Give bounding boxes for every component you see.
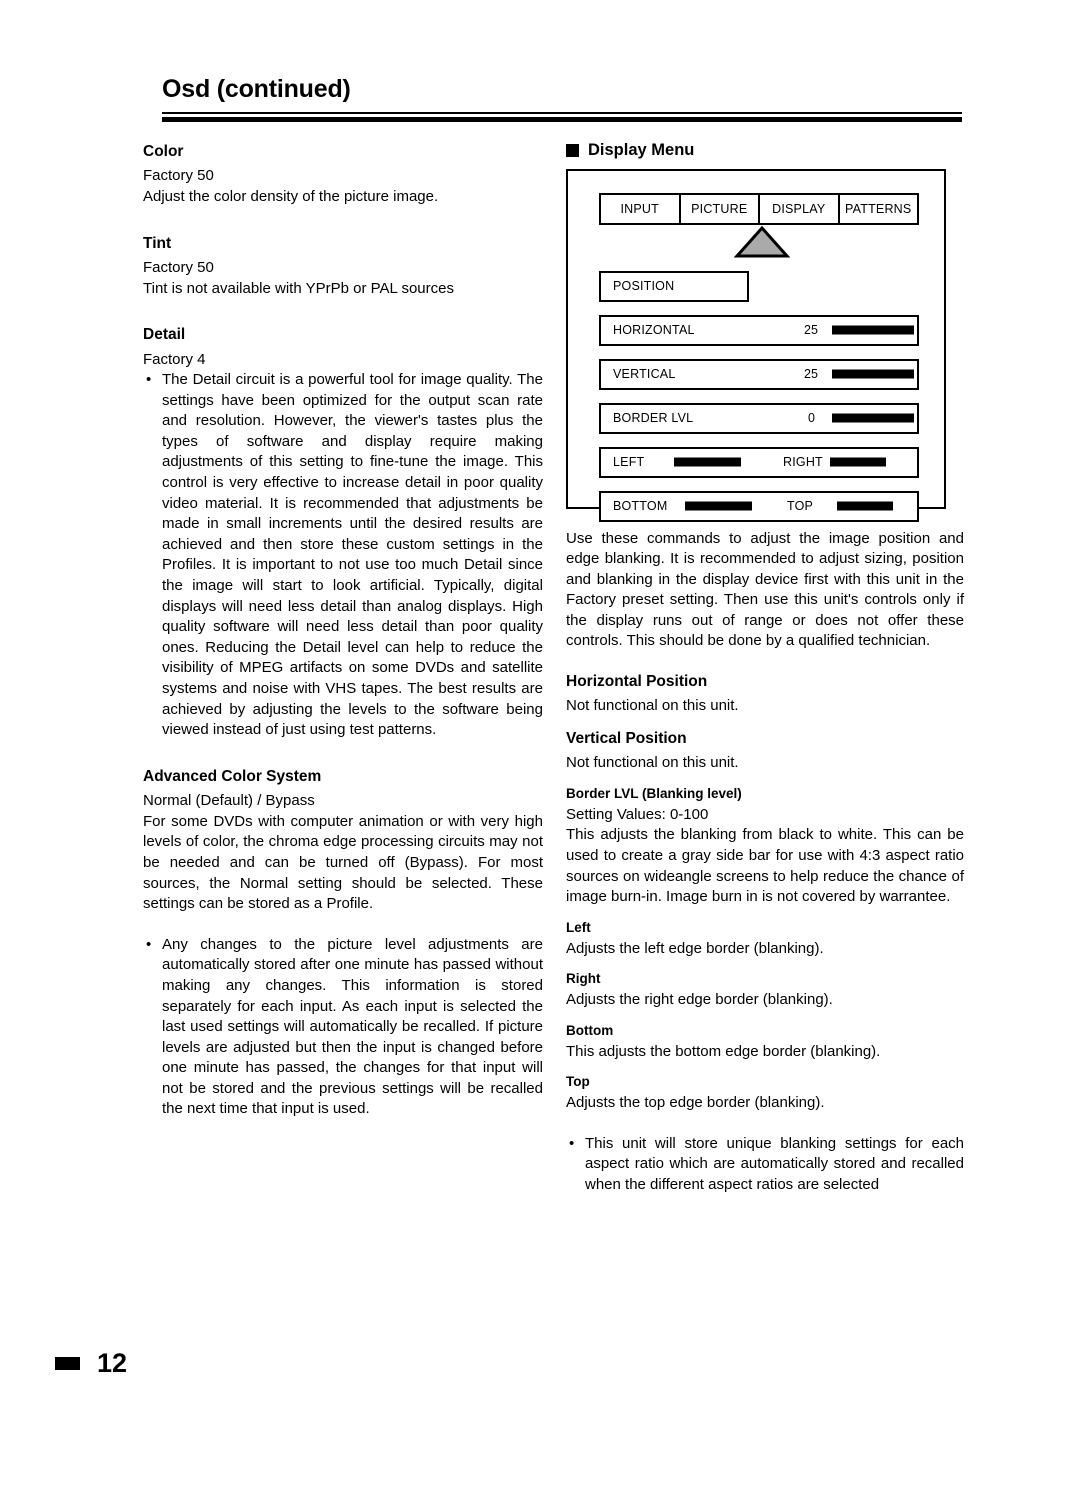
display-menu-label: Display Menu — [588, 141, 695, 159]
osd-bar-border-lvl[interactable] — [832, 413, 914, 423]
osd-label-horizontal: HORIZONTAL — [613, 323, 695, 337]
detail-bullet: • The Detail circuit is a powerful tool … — [143, 370, 543, 741]
display-menu-intro-paragraph: Use these commands to adjust the image p… — [566, 529, 964, 650]
section-heading-left: Left — [566, 919, 591, 935]
section-heading-vertical-position: Vertical Position — [566, 730, 687, 748]
osd-bar-top[interactable] — [837, 501, 893, 511]
osd-bar-bottom[interactable] — [685, 501, 752, 511]
acs-bullet: • Any changes to the picture level adjus… — [143, 935, 543, 1120]
acs-options-line: Normal (Default) / Bypass — [143, 792, 315, 810]
left-description: Adjusts the left edge border (blanking). — [566, 939, 824, 957]
osd-row-left-right[interactable]: LEFT RIGHT — [599, 446, 919, 478]
osd-value-vertical: 25 — [804, 367, 818, 381]
osd-label-right: RIGHT — [783, 455, 823, 469]
acs-bullet-text: Any changes to the picture level adjustm… — [162, 935, 543, 1118]
right-column: Display Menu INPUT PICTURE DISPLAY PATTE… — [566, 142, 964, 1196]
section-heading-advanced-color-system: Advanced Color System — [143, 767, 322, 785]
section-heading-top: Top — [566, 1074, 590, 1090]
page-marker-icon — [55, 1357, 80, 1370]
detail-bullet-text: The Detail circuit is a powerful tool fo… — [162, 371, 543, 739]
bullet-dot-icon: • — [569, 1134, 575, 1152]
color-description: Adjust the color density of the picture … — [143, 187, 439, 205]
osd-label-bottom: BOTTOM — [613, 499, 668, 513]
osd-row-vertical[interactable]: VERTICAL 25 — [599, 358, 919, 390]
section-heading-color: Color — [143, 143, 184, 160]
osd-tab-bar: INPUT PICTURE DISPLAY PATTERNS — [599, 192, 919, 225]
osd-row-position[interactable]: POSITION — [599, 270, 749, 302]
page-number: 12 — [97, 1348, 128, 1378]
osd-label-top: TOP — [787, 499, 814, 513]
tint-factory-line: Factory 50 — [143, 258, 214, 276]
border-lvl-description: This adjusts the blanking from black to … — [566, 826, 964, 906]
bottom-description: This adjusts the bottom edge border (bla… — [566, 1042, 881, 1060]
osd-row-horizontal[interactable]: HORIZONTAL 25 — [599, 314, 919, 346]
section-heading-horizontal-position: Horizontal Position — [566, 673, 708, 691]
header-rule-thick — [162, 116, 962, 122]
square-bullet-icon — [566, 143, 579, 157]
osd-label-left: LEFT — [613, 455, 645, 469]
page-title: Osd (continued) — [162, 75, 351, 103]
detail-factory-line: Factory 4 — [143, 350, 206, 368]
osd-display-menu-diagram: INPUT PICTURE DISPLAY PATTERNS POSITION … — [566, 168, 946, 522]
section-heading-bottom: Bottom — [566, 1022, 614, 1038]
acs-description: For some DVDs with computer animation or… — [143, 812, 543, 913]
page-number-footer: 12 — [55, 1350, 127, 1377]
left-column: Color Factory 50 Adjust the color densit… — [143, 142, 543, 1120]
osd-row-border-lvl[interactable]: BORDER LVL 0 — [599, 402, 919, 434]
horizontal-position-description: Not functional on this unit. — [566, 697, 739, 715]
blanking-settings-bullet-text: This unit will store unique blanking set… — [585, 1134, 964, 1193]
osd-label-position: POSITION — [613, 279, 675, 293]
bullet-dot-icon: • — [146, 371, 152, 389]
section-heading-tint: Tint — [143, 234, 172, 252]
right-description: Adjusts the right edge border (blanking)… — [566, 991, 833, 1009]
vertical-position-description: Not functional on this unit. — [566, 754, 739, 772]
osd-bar-vertical[interactable] — [832, 369, 914, 379]
section-heading-detail: Detail — [143, 326, 186, 344]
tint-description: Tint is not available with YPrPb or PAL … — [143, 279, 454, 297]
osd-value-horizontal: 25 — [804, 323, 818, 337]
top-description: Adjusts the top edge border (blanking). — [566, 1094, 825, 1112]
page-header: Osd (continued) — [162, 75, 962, 122]
osd-value-border-lvl: 0 — [808, 411, 815, 425]
color-factory-line: Factory 50 — [143, 167, 214, 185]
osd-tab-picture[interactable]: PICTURE — [681, 194, 760, 223]
border-lvl-setting-values: Setting Values: 0-100 — [566, 805, 709, 823]
section-heading-border-lvl: Border LVL (Blanking level) — [566, 786, 742, 801]
osd-bar-right[interactable] — [830, 457, 886, 467]
bullet-dot-icon: • — [146, 935, 152, 953]
document-page: Osd (continued) Color Factory 50 Adjust … — [0, 0, 1080, 1485]
section-heading-right: Right — [566, 971, 601, 987]
display-menu-heading: Display Menu — [566, 142, 964, 159]
osd-label-border-lvl: BORDER LVL — [613, 411, 694, 425]
osd-tab-input[interactable]: INPUT — [601, 194, 681, 223]
blanking-settings-bullet: • This unit will store unique blanking s… — [566, 1134, 964, 1196]
osd-tab-display[interactable]: DISPLAY — [760, 194, 840, 223]
osd-bar-horizontal[interactable] — [832, 325, 914, 335]
osd-tab-patterns[interactable]: PATTERNS — [840, 195, 918, 223]
osd-bar-left[interactable] — [674, 457, 741, 467]
osd-label-vertical: VERTICAL — [613, 367, 676, 381]
osd-row-bottom-top[interactable]: BOTTOM TOP — [599, 490, 919, 522]
